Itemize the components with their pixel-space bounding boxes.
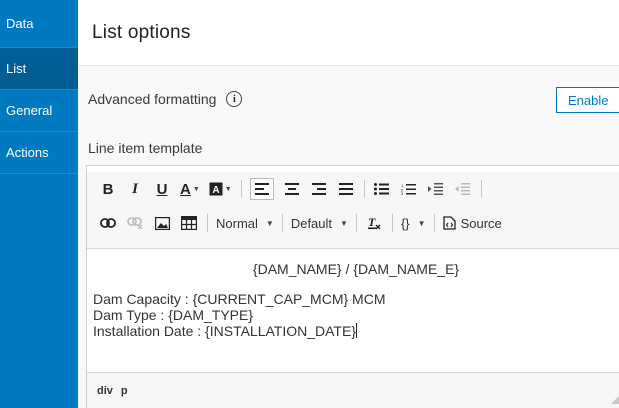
bold-button[interactable]: B: [99, 178, 117, 200]
justify-icon: [338, 183, 353, 195]
sidebar-item-actions[interactable]: Actions: [0, 132, 78, 174]
rich-text-editor: B I U A ▼ A ▼ 1 2 3 Normal ▼ Default ▼ T…: [86, 165, 619, 408]
page-title: List options: [92, 21, 191, 43]
sidebar-item-label: List: [6, 61, 27, 76]
outdent-icon: [455, 183, 471, 195]
align-left-button[interactable]: [249, 178, 274, 200]
template-heading: {DAM_NAME} / {DAM_NAME_E}: [252, 261, 460, 277]
toolbar-separator: [433, 214, 435, 232]
advanced-formatting-label: Advanced formatting: [88, 91, 217, 107]
align-right-button[interactable]: [310, 178, 328, 200]
main-panel: List options Advanced formatting i Enabl…: [78, 0, 619, 408]
toolbar-separator: [480, 180, 482, 198]
template-line: Dam Capacity : {CURRENT_CAP_MCM} MCM: [93, 291, 386, 307]
table-icon: [181, 216, 197, 230]
element-path-bar: div p: [87, 372, 619, 408]
toolbar-separator: [355, 214, 357, 232]
sidebar: Data List General Actions: [0, 0, 78, 408]
chevron-down-icon: ▼: [192, 185, 200, 193]
advanced-formatting-row: Advanced formatting i Enable: [78, 66, 619, 132]
toolbar-separator: [240, 180, 242, 198]
chevron-down-icon: ▼: [224, 185, 232, 193]
path-element-div[interactable]: div: [97, 385, 113, 397]
source-icon: [442, 216, 456, 230]
toolbar-separator: [281, 214, 283, 232]
unlink-button[interactable]: [126, 212, 144, 234]
align-center-button[interactable]: [283, 178, 301, 200]
svg-text:A: A: [212, 185, 219, 196]
sidebar-item-list[interactable]: List: [0, 48, 78, 90]
link-icon: [100, 218, 116, 228]
expression-dropdown[interactable]: {} ▼: [401, 216, 426, 231]
background-color-icon: A: [209, 182, 223, 196]
remove-format-icon: T: [367, 216, 381, 230]
sidebar-item-label: Data: [6, 16, 34, 31]
numbered-list-button[interactable]: 123: [400, 178, 418, 200]
info-icon[interactable]: i: [226, 91, 243, 107]
format-dropdown[interactable]: Normal ▼: [216, 216, 274, 231]
sidebar-item-label: General: [6, 103, 53, 118]
bulleted-list-icon: [374, 183, 390, 195]
sidebar-item-general[interactable]: General: [0, 90, 78, 132]
align-center-icon: [284, 183, 299, 195]
toolbar-separator: [391, 214, 393, 232]
unlink-icon: [127, 217, 143, 229]
italic-button[interactable]: I: [126, 178, 144, 200]
indent-button[interactable]: [427, 178, 445, 200]
sidebar-item-data[interactable]: Data: [0, 0, 78, 48]
image-icon: [154, 216, 170, 230]
bulleted-list-button[interactable]: [373, 178, 391, 200]
template-line: Installation Date : {INSTALLATION_DATE}: [93, 323, 357, 339]
font-color-button[interactable]: A ▼: [180, 178, 200, 200]
panel-header: List options: [78, 0, 619, 66]
editor-toolbar: B I U A ▼ A ▼ 1 2 3 Normal ▼ Default ▼ T…: [87, 172, 619, 249]
template-line: Dam Type : {DAM_TYPE}: [93, 307, 254, 323]
editor-content[interactable]: {DAM_NAME} / {DAM_NAME_E} Dam Capacity :…: [87, 249, 619, 377]
enable-button[interactable]: Enable: [556, 87, 619, 113]
chevron-down-icon: ▼: [265, 218, 274, 228]
font-dropdown[interactable]: Default ▼: [291, 216, 348, 231]
align-left-icon: [254, 183, 269, 195]
image-button[interactable]: [153, 212, 171, 234]
toolbar-separator: [207, 214, 208, 232]
table-button[interactable]: [180, 212, 198, 234]
resize-handle-icon[interactable]: [611, 394, 619, 404]
line-item-template-label: Line item template: [88, 140, 203, 156]
background-color-button[interactable]: A ▼: [209, 178, 232, 200]
chevron-down-icon: ▼: [340, 218, 348, 228]
remove-format-button[interactable]: T: [365, 212, 383, 234]
underline-button[interactable]: U: [153, 178, 171, 200]
chevron-down-icon: ▼: [417, 218, 426, 228]
numbered-list-icon: 123: [401, 183, 417, 195]
outdent-button[interactable]: [454, 178, 472, 200]
svg-text:3: 3: [401, 191, 404, 195]
align-right-icon: [311, 183, 326, 195]
svg-text:T: T: [368, 216, 376, 229]
indent-icon: [428, 183, 444, 195]
justify-button[interactable]: [337, 178, 355, 200]
source-button[interactable]: Source: [442, 216, 502, 231]
sidebar-item-label: Actions: [6, 145, 49, 160]
path-element-p[interactable]: p: [121, 385, 128, 397]
toolbar-separator: [363, 180, 365, 198]
link-button[interactable]: [99, 212, 117, 234]
text-cursor: [356, 323, 357, 338]
